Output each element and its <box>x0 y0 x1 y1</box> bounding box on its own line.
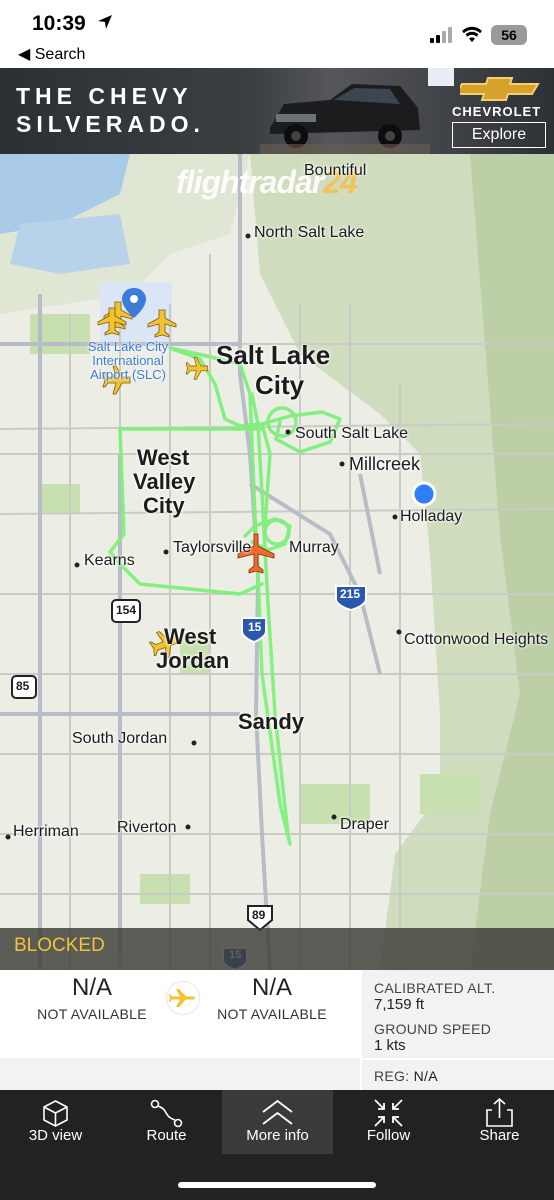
follow-icon <box>374 1099 403 1127</box>
tab-share[interactable]: Share <box>444 1090 554 1154</box>
battery-indicator: 56 <box>491 25 527 45</box>
flight-map[interactable]: 215 15 15 154 85 89 flightradar24 Bounti… <box>0 154 554 970</box>
back-to-search-link[interactable]: ◀ Search <box>18 44 85 64</box>
share-icon <box>486 1098 513 1127</box>
label-taylorsville: Taylorsville <box>173 539 252 556</box>
ad-headline-line1: THE CHEVY <box>16 83 193 109</box>
chevrolet-bowtie-icon <box>460 77 540 101</box>
origin-code: N/A <box>71 974 112 1001</box>
ground-speed-label: GROUND SPEED <box>374 1021 492 1037</box>
label-herriman: Herriman <box>13 823 79 840</box>
ground-speed-value: 1 kts <box>374 1037 406 1054</box>
home-indicator <box>178 1182 376 1188</box>
user-location-dot <box>411 481 437 507</box>
label-west-valley-line2: Valley <box>133 469 196 494</box>
label-millcreek: Millcreek <box>349 454 421 474</box>
route-icon <box>150 1099 183 1128</box>
tab-follow-label: Follow <box>366 1127 411 1144</box>
tab-3d-view-label: 3D view <box>28 1127 83 1144</box>
shield-154-label: 154 <box>116 603 137 617</box>
tab-route-label: Route <box>146 1127 187 1144</box>
label-draper: Draper <box>340 816 389 833</box>
reg-label: REG: N/A <box>374 1068 438 1084</box>
location-arrow-icon <box>98 15 112 29</box>
label-airport-line3: Airport (SLC) <box>90 367 166 382</box>
callsign-bar[interactable]: BLOCKED <box>0 928 554 970</box>
label-airport-line1: Salt Lake City <box>87 339 169 354</box>
label-west-valley-line3: City <box>143 493 185 518</box>
tab-more-info[interactable]: More info <box>222 1090 333 1154</box>
calibrated-alt-label: CALIBRATED ALT. <box>374 980 496 996</box>
tab-route[interactable]: Route <box>111 1090 222 1154</box>
ad-explore-button[interactable]: Explore <box>452 122 546 148</box>
wifi-icon <box>462 26 482 42</box>
app-root: 10:39 ◀ Search 56 THE CHEVY SILVERADO. C… <box>0 0 554 1200</box>
callsign-label: BLOCKED <box>14 935 105 956</box>
label-west-jordan-line2: Jordan <box>156 648 230 673</box>
chevrons-up-icon <box>262 1100 293 1125</box>
label-holladay: Holladay <box>400 508 463 525</box>
ad-headline-line2: SILVERADO. <box>16 111 205 137</box>
destination-code: N/A <box>251 974 292 1001</box>
reg-label-text: REG: <box>374 1068 410 1084</box>
shield-215-label: 215 <box>340 587 361 601</box>
ad-headline: THE CHEVY SILVERADO. <box>16 82 236 138</box>
label-west-jordan-line1: West <box>164 624 217 649</box>
label-salt-lake-city-line2: City <box>255 370 305 400</box>
label-murray: Murray <box>289 539 339 556</box>
info-divider <box>360 970 362 1090</box>
ad-banner[interactable]: THE CHEVY SILVERADO. CHEVROLET Explore <box>0 68 554 154</box>
label-airport-line2: International <box>92 353 164 368</box>
label-cottonwood-heights: Cottonwood Heights <box>404 631 549 648</box>
route-summary-footer <box>0 1058 360 1090</box>
status-time: 10:39 <box>32 12 86 35</box>
shield-89-label: 89 <box>252 908 266 922</box>
shield-15-upper-label: 15 <box>248 620 262 634</box>
truck-image <box>260 84 430 154</box>
origin-name: NOT AVAILABLE <box>37 1006 147 1022</box>
flight-track <box>108 346 342 846</box>
cube-icon <box>43 1100 68 1127</box>
cellular-signal-icon <box>430 27 452 43</box>
tab-follow[interactable]: Follow <box>333 1090 444 1154</box>
shield-85-label: 85 <box>16 679 30 693</box>
bottom-tab-bar: 3D view Route More info Follow Share <box>0 1090 554 1200</box>
reg-value: N/A <box>413 1068 438 1084</box>
tab-share-label: Share <box>479 1127 520 1144</box>
label-riverton: Riverton <box>117 819 177 836</box>
label-sandy: Sandy <box>238 709 305 734</box>
tab-more-info-label: More info <box>246 1127 309 1144</box>
flight-info-panel[interactable]: N/A NOT AVAILABLE N/A NOT AVAILABLE CALI… <box>0 970 554 1090</box>
label-south-jordan: South Jordan <box>72 730 168 747</box>
label-south-salt-lake: South Salt Lake <box>295 425 408 442</box>
label-airport: Salt Lake City International Airport (SL… <box>78 340 178 382</box>
destination-name: NOT AVAILABLE <box>217 1006 327 1022</box>
label-bountiful: Bountiful <box>304 162 367 179</box>
label-salt-lake-city-line1: Salt Lake <box>216 340 331 370</box>
label-kearns: Kearns <box>84 552 135 569</box>
stat-divider <box>362 1058 554 1060</box>
ad-choices-icon[interactable] <box>428 68 454 86</box>
tab-3d-view[interactable]: 3D view <box>0 1090 111 1154</box>
label-west-valley-line1: West <box>137 445 190 470</box>
label-north-salt-lake: North Salt Lake <box>254 224 365 241</box>
ad-brand: CHEVROLET <box>452 104 542 119</box>
calibrated-alt-value: 7,159 ft <box>374 996 425 1013</box>
status-bar: 10:39 ◀ Search 56 <box>0 0 554 68</box>
